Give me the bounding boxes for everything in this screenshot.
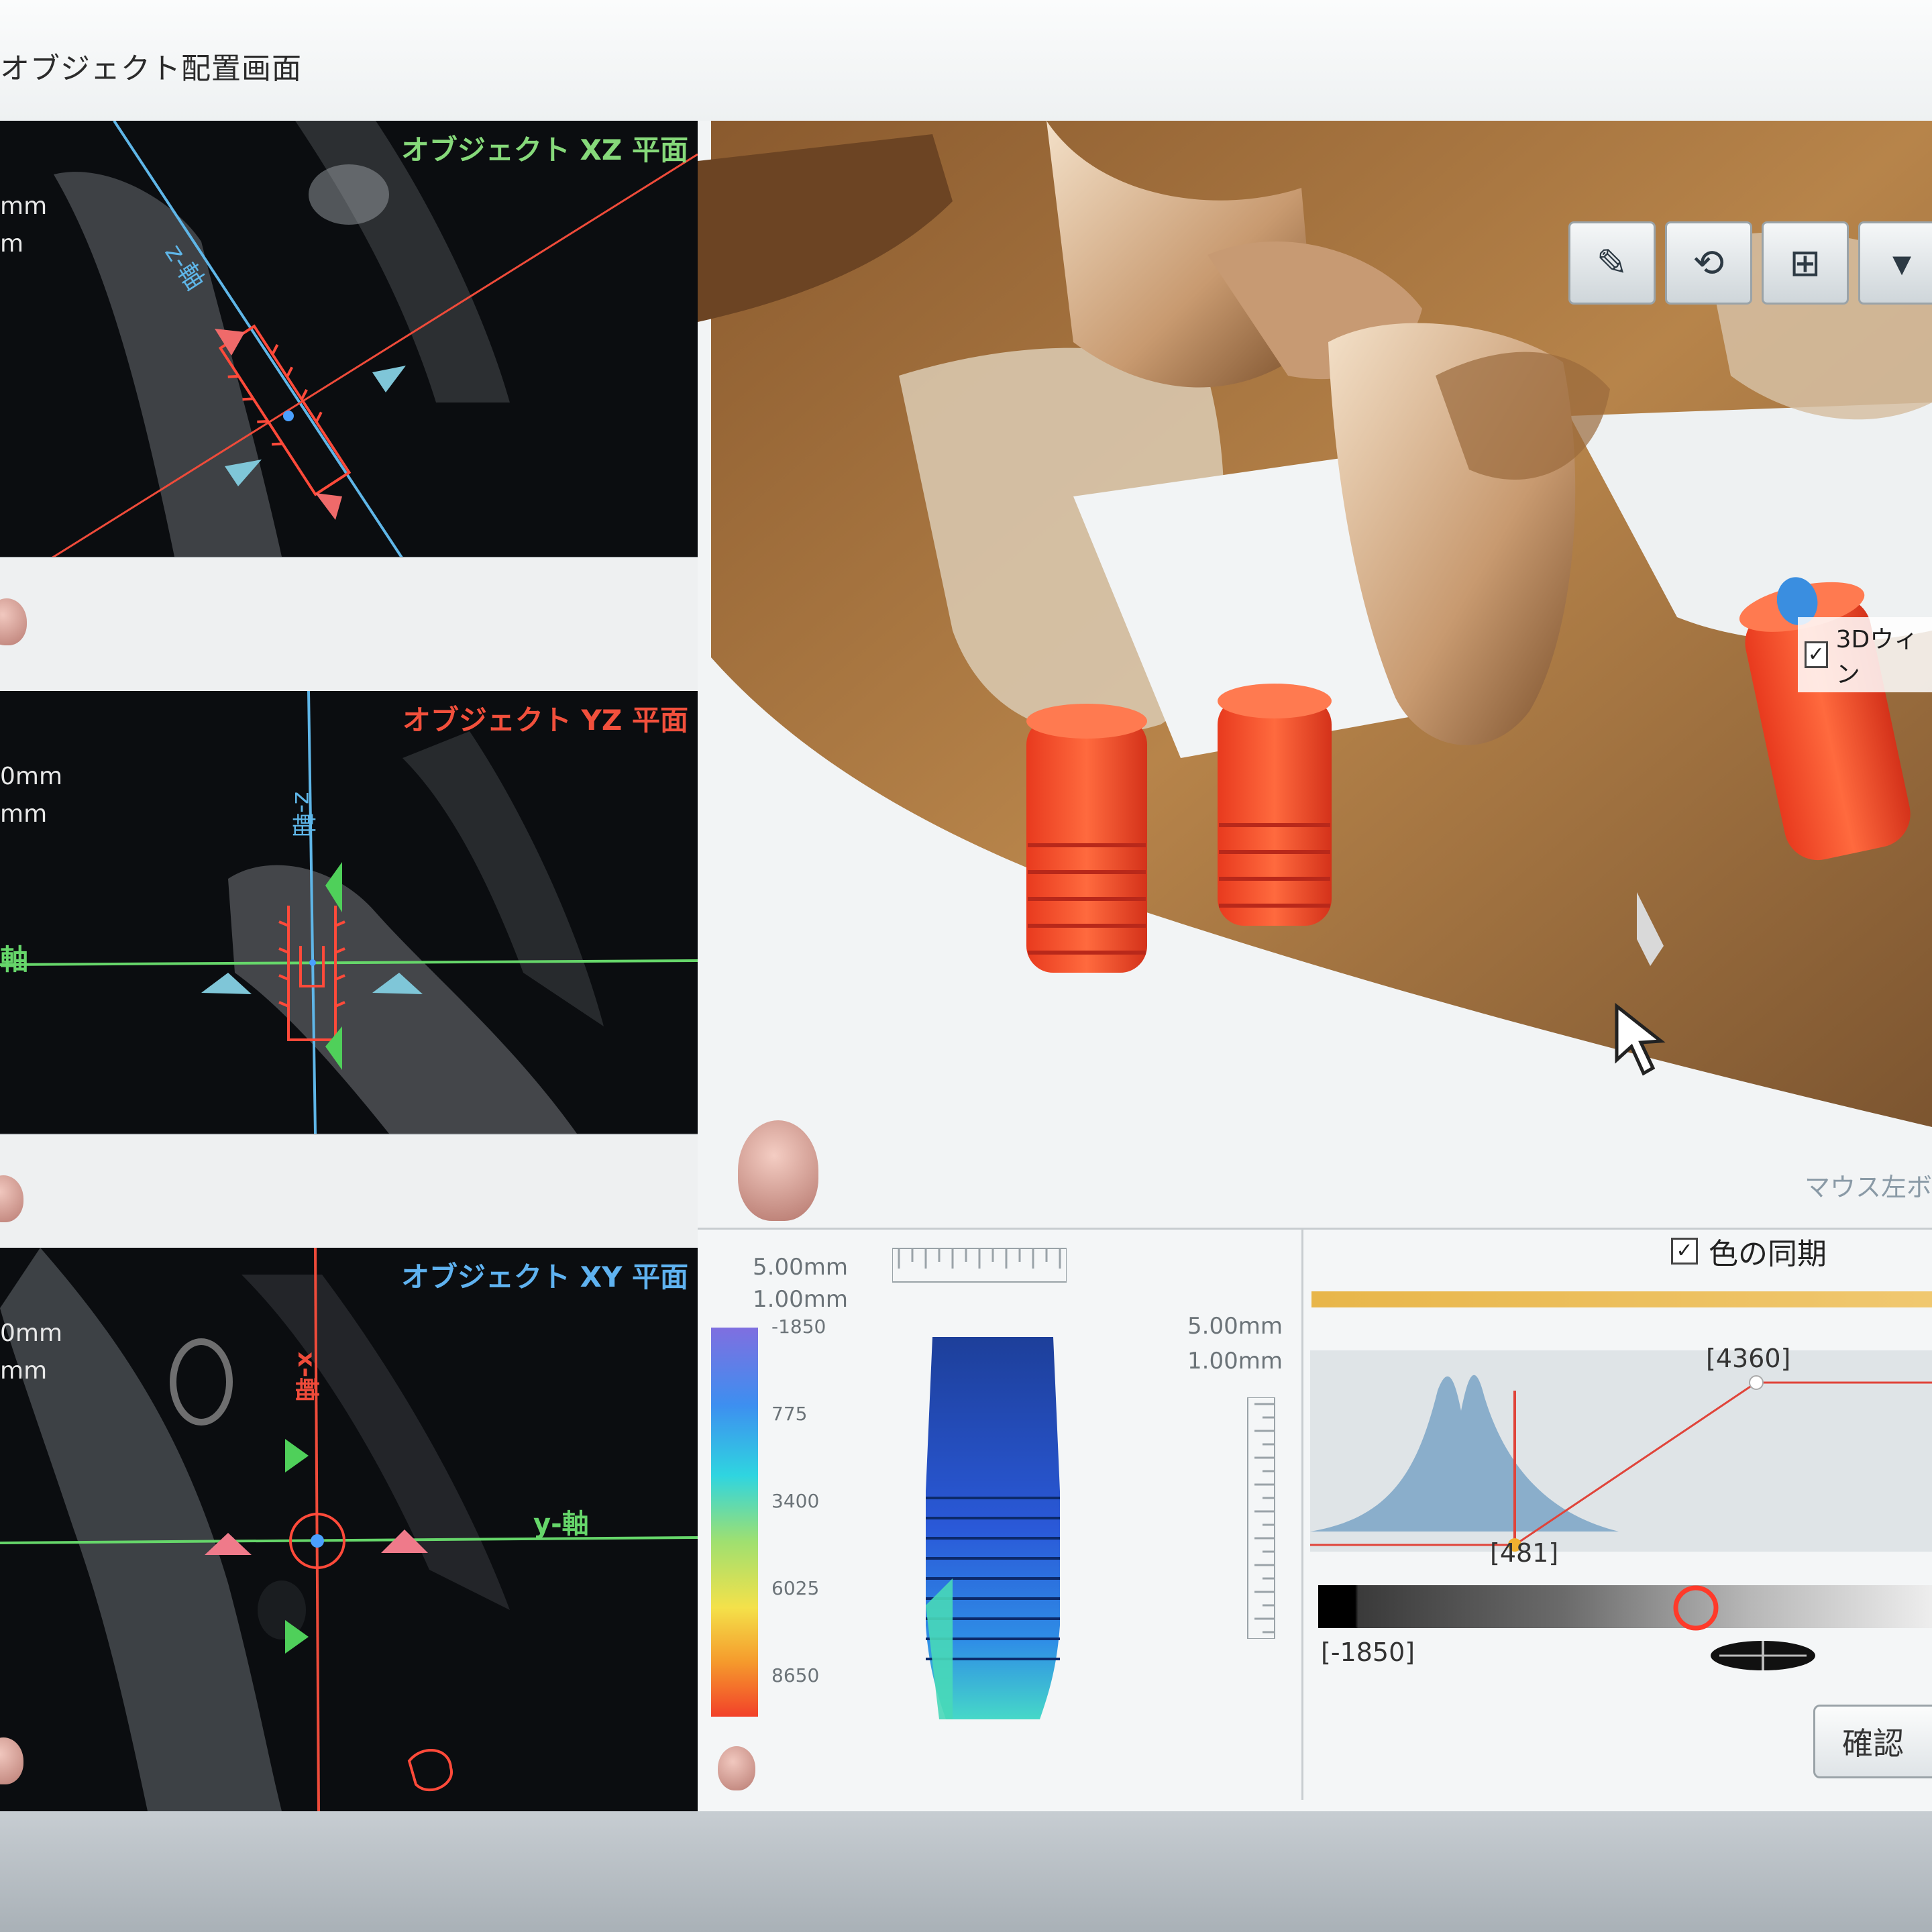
x-axis-label: x-軸	[292, 1352, 320, 1401]
xy-distance-2: mm	[0, 1357, 48, 1385]
mouse-hint-text: マウス左ボ	[1804, 1173, 1932, 1202]
screen: オブジェクト配置画面 z-軸 オブジェクト XZ 平面 mm m z-軸 軸 オ…	[0, 0, 1932, 1811]
3d-volume-view[interactable]: ✎ ⟲ ⊞ ▾ ✓ 3Dウィン マウス左ボ	[698, 121, 1932, 1228]
3d-window-checkbox[interactable]: ✓ 3Dウィン	[1798, 617, 1932, 692]
legend-tick-2: 775	[771, 1403, 808, 1425]
xy-plane-view[interactable]: x-軸 y-軸 オブジェクト XY 平面 0mm mm	[0, 1248, 698, 1811]
checkbox-check-icon[interactable]: ✓	[1805, 641, 1828, 668]
implant-2[interactable]	[1218, 684, 1332, 926]
xy-plane-image[interactable]: x-軸 y-軸	[0, 1248, 698, 1811]
cross-section-icon[interactable]: ⊞	[1762, 221, 1849, 305]
orientation-head-icon[interactable]	[0, 1175, 23, 1222]
legend-orientation-head-icon[interactable]	[718, 1746, 755, 1790]
checkbox-check-icon[interactable]: ✓	[1671, 1238, 1698, 1265]
confirm-button[interactable]: 確認	[1813, 1705, 1932, 1778]
xz-plane-label: オブジェクト XZ 平面	[400, 133, 688, 166]
yz-plane-label: オブジェクト YZ 平面	[402, 704, 688, 737]
implant-1[interactable]	[1026, 704, 1147, 973]
legend-tick-3: 3400	[771, 1490, 820, 1512]
xz-plane-view[interactable]: z-軸 オブジェクト XZ 平面 mm m	[0, 121, 698, 557]
y-axis-label: y-軸	[533, 1509, 589, 1540]
implant-density-map	[926, 1337, 1060, 1719]
xz-plane-image[interactable]: z-軸	[0, 121, 698, 557]
yz-plane-view[interactable]: z-軸 軸 オブジェクト YZ 平面 0mm mm	[0, 691, 698, 1134]
size-label-4: 1.00mm	[1187, 1348, 1283, 1375]
xz-distance-2: m	[0, 230, 24, 258]
yz-distance-1: 0mm	[0, 763, 63, 790]
density-colorbar	[711, 1328, 758, 1717]
orientation-head-icon[interactable]	[0, 598, 27, 645]
horizontal-ruler	[892, 1248, 1067, 1283]
3d-window-check-label: 3Dウィン	[1835, 626, 1919, 688]
xz-distance-1: mm	[0, 193, 48, 220]
xz-pane-footer	[0, 557, 698, 692]
window-titlebar: オブジェクト配置画面	[0, 0, 1932, 123]
window-level-handle[interactable]	[1706, 1635, 1820, 1676]
monitor-bezel	[0, 1811, 1932, 1932]
y-axis-label: 軸	[0, 943, 28, 976]
yz-pane-footer	[0, 1134, 698, 1249]
transfer-mid-label: [481]	[1490, 1538, 1559, 1568]
3d-orientation-head-icon[interactable]	[738, 1120, 818, 1221]
transfer-min-label: [-1850]	[1321, 1638, 1415, 1667]
size-label-3: 5.00mm	[1187, 1313, 1283, 1340]
transfer-max-label: [4360]	[1706, 1344, 1791, 1373]
opacity-range-bar[interactable]	[1311, 1291, 1932, 1307]
density-legend-panel: 5.00mm 1.00mm -1850 775 3400 6025 8650 5…	[698, 1228, 1301, 1800]
yz-plane-image[interactable]: z-軸 軸	[0, 691, 698, 1134]
xy-distance-1: 0mm	[0, 1320, 63, 1347]
size-label-2: 1.00mm	[753, 1286, 848, 1313]
size-label-1: 5.00mm	[753, 1254, 848, 1281]
grayscale-range-bar[interactable]	[1318, 1585, 1932, 1628]
legend-tick-5: 8650	[771, 1664, 820, 1686]
xy-plane-label: オブジェクト XY 平面	[400, 1260, 688, 1293]
z-axis-label: z-軸	[289, 792, 317, 837]
3d-toolbar: ✎ ⟲ ⊞ ▾	[1568, 221, 1932, 305]
color-sync-label: 色の同期	[1709, 1237, 1827, 1271]
transfer-max-handle[interactable]	[1749, 1375, 1764, 1390]
legend-tick-4: 6025	[771, 1577, 820, 1599]
window-title: オブジェクト配置画面	[0, 52, 302, 86]
vertical-ruler	[1247, 1397, 1275, 1639]
histogram-graph[interactable]	[1310, 1350, 1932, 1552]
grayscale-slider-handle[interactable]	[1669, 1585, 1723, 1639]
yz-distance-2: mm	[0, 800, 48, 828]
rotate-axes-icon[interactable]: ⟲	[1665, 221, 1752, 305]
more-icon[interactable]: ▾	[1858, 221, 1932, 305]
color-sync-checkbox[interactable]: ✓ 色の同期	[1671, 1230, 1827, 1273]
legend-tick-1: -1850	[771, 1316, 826, 1338]
pen-tool-icon[interactable]: ✎	[1568, 221, 1656, 305]
transfer-function-panel: ✓ 色の同期 [4360] [481] [-1850] 確認	[1301, 1228, 1932, 1800]
